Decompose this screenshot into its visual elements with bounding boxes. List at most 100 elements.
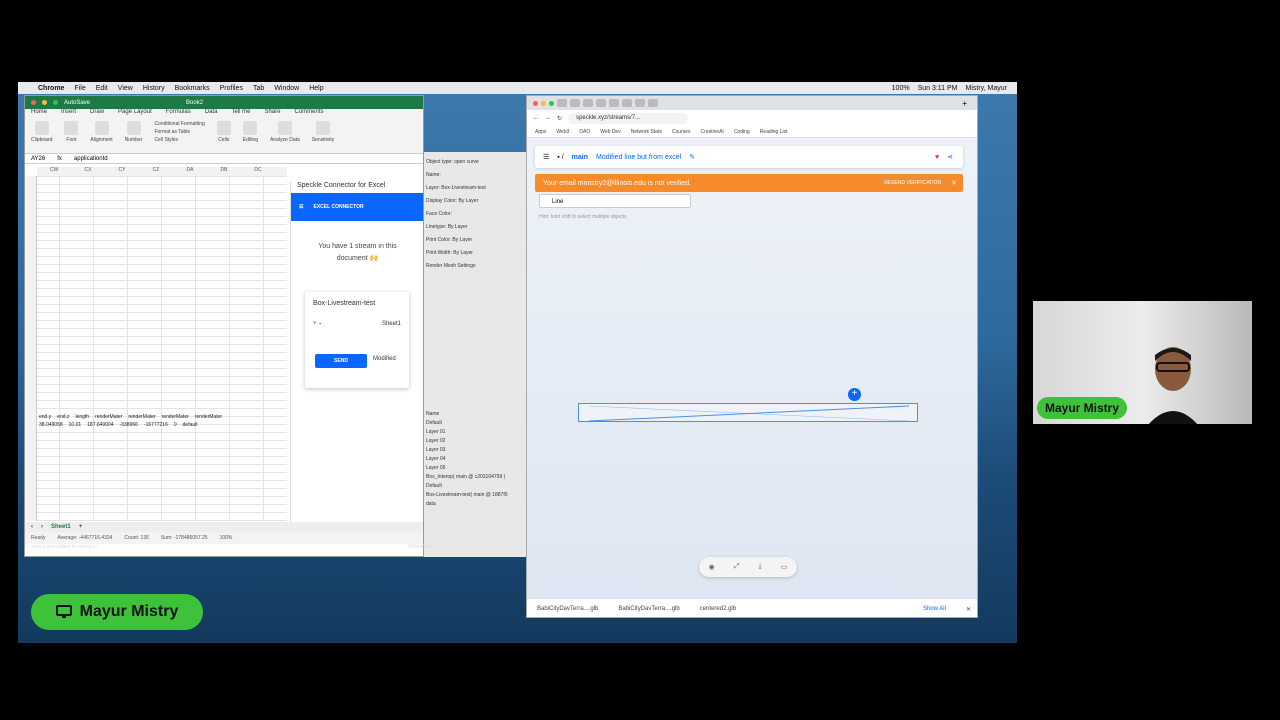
cell[interactable]: default (183, 422, 198, 428)
layer-item[interactable]: Layer 01 (426, 428, 528, 437)
browser-tab[interactable] (648, 99, 658, 107)
tab-draw[interactable]: Draw (90, 109, 104, 118)
bookmark-item[interactable]: Web Dev (600, 129, 620, 135)
layer-item[interactable]: Layer 04 (426, 455, 528, 464)
cell[interactable]: end.z (57, 414, 69, 420)
browser-tab[interactable] (583, 99, 593, 107)
cell[interactable]: end.y (39, 414, 51, 420)
menu-history[interactable]: History (143, 85, 165, 92)
browser-tab[interactable] (557, 99, 567, 107)
menu-chrome[interactable]: Chrome (38, 85, 64, 92)
folder-icon[interactable]: ▪ / (557, 154, 563, 161)
render-mesh-settings[interactable]: Render Mesh Settings (426, 260, 526, 273)
close-icon[interactable] (31, 100, 36, 105)
format-as-table[interactable]: Format as Table (154, 129, 204, 135)
bookmark-item[interactable]: DAO (579, 129, 590, 135)
close-icon[interactable]: ✕ (966, 606, 977, 613)
commit-title[interactable]: Modified line but from excel (596, 154, 681, 161)
layer-item[interactable]: data (426, 500, 528, 509)
col-header[interactable]: CZ (139, 167, 173, 176)
menu-file[interactable]: File (74, 85, 85, 92)
col-header[interactable]: CY (105, 167, 139, 176)
layer-item[interactable]: Default (426, 419, 528, 428)
bookmark-item[interactable]: Apps (535, 129, 546, 135)
browser-tab[interactable] (596, 99, 606, 107)
conditional-formatting[interactable]: Conditional Formatting (154, 121, 204, 127)
cell[interactable]: length (75, 414, 89, 420)
maximize-icon[interactable] (549, 100, 554, 106)
browser-tab[interactable] (570, 99, 580, 107)
cell[interactable]: 10.01 (69, 422, 82, 428)
ribbon-number[interactable]: Number (125, 121, 142, 150)
address-bar[interactable]: speckle.xyz/streams/7... (568, 112, 689, 124)
col-header[interactable]: DA (173, 167, 207, 176)
cell[interactable]: 38.049058 (39, 422, 63, 428)
col-header[interactable]: CW (37, 167, 71, 176)
comments-button[interactable]: Comments (294, 109, 323, 118)
prev-sheet-icon[interactable]: ‹ (31, 524, 33, 530)
menu-help[interactable]: Help (309, 85, 323, 92)
reading-list[interactable]: Reading List (760, 129, 788, 135)
cell-styles[interactable]: Cell Styles (154, 137, 204, 143)
col-header[interactable]: CX (71, 167, 105, 176)
spreadsheet-grid[interactable] (25, 176, 287, 521)
cell[interactable]: renderMater (162, 414, 189, 420)
print-color-select[interactable]: By Layer (452, 237, 472, 243)
add-icon[interactable]: + (848, 388, 861, 401)
menu-tab[interactable]: Tab (253, 85, 264, 92)
tab-data[interactable]: Data (205, 109, 218, 118)
maximize-icon[interactable] (53, 100, 58, 105)
branch-icon[interactable]: ⑂ ▾ (313, 321, 322, 327)
share-button[interactable]: Share (264, 109, 280, 118)
name-box[interactable]: AY26 (31, 156, 45, 162)
stream-name[interactable]: Box-Livestream-test (313, 300, 401, 307)
menu-window[interactable]: Window (274, 85, 299, 92)
bookmark-item[interactable]: Coding (734, 129, 750, 135)
layer-item[interactable]: Layer 03 (426, 446, 528, 455)
layer-item[interactable]: Box-Livestream-test( main @ 1887f0 (426, 491, 528, 500)
ribbon-clipboard[interactable]: Clipboard (31, 121, 52, 150)
resend-button[interactable]: RESEND VERIFICATION (884, 180, 941, 186)
print-width-select[interactable]: By Layer (453, 250, 473, 256)
bookmark-item[interactable]: CreativeAI (700, 129, 723, 135)
branch-link[interactable]: main (572, 154, 588, 161)
bookmark-item[interactable]: Courses (672, 129, 691, 135)
edit-icon[interactable]: ✎ (689, 153, 695, 161)
layer-item[interactable]: Layer 05 (426, 464, 528, 473)
show-all-button[interactable]: Show All (923, 606, 946, 612)
tab-formulas[interactable]: Formulas (166, 109, 191, 118)
layer-item[interactable]: Default (426, 482, 528, 491)
new-tab-icon[interactable]: + (962, 99, 977, 108)
cell[interactable]: renderMater (95, 414, 122, 420)
minimize-icon[interactable] (541, 100, 546, 106)
fullscreen-icon[interactable]: ⤢ (734, 563, 740, 571)
menu-view[interactable]: View (118, 85, 133, 92)
ribbon-cells[interactable]: Cells (216, 121, 231, 150)
menu-profiles[interactable]: Profiles (220, 85, 243, 92)
tab-home[interactable]: Home (31, 109, 47, 118)
tab-page-layout[interactable]: Page Layout (118, 109, 152, 118)
cell[interactable]: -338966 (120, 422, 138, 428)
download-item[interactable]: centered2.glb (700, 606, 736, 612)
cell[interactable]: renderMater (195, 414, 222, 420)
object-search-input[interactable]: Line (539, 194, 691, 208)
ribbon-font[interactable]: Font (64, 121, 79, 150)
layer-item[interactable]: Layer 02 (426, 437, 528, 446)
browser-tab[interactable] (622, 99, 632, 107)
next-sheet-icon[interactable]: › (41, 524, 43, 530)
col-header[interactable]: DB (207, 167, 241, 176)
tell-me-search[interactable]: Tell me (231, 109, 250, 118)
share-icon[interactable]: ⋖ (947, 153, 963, 161)
battery-label[interactable]: 100% (892, 85, 910, 92)
camera-icon[interactable]: ◉ (709, 563, 715, 571)
close-icon[interactable]: ✕ (951, 179, 957, 187)
forward-icon[interactable]: → (545, 115, 551, 121)
tab-insert[interactable]: Insert (61, 109, 76, 118)
send-button[interactable]: SEND (315, 354, 367, 368)
ribbon-alignment[interactable]: Alignment (90, 121, 113, 150)
sheet-tab[interactable]: Sheet1 (51, 524, 71, 530)
close-icon[interactable] (533, 100, 538, 106)
ribbon-analyze-data[interactable]: Analyze Data (270, 121, 300, 150)
cell[interactable]: -16777216 (144, 422, 168, 428)
zoom-level[interactable]: 100% (220, 535, 233, 541)
